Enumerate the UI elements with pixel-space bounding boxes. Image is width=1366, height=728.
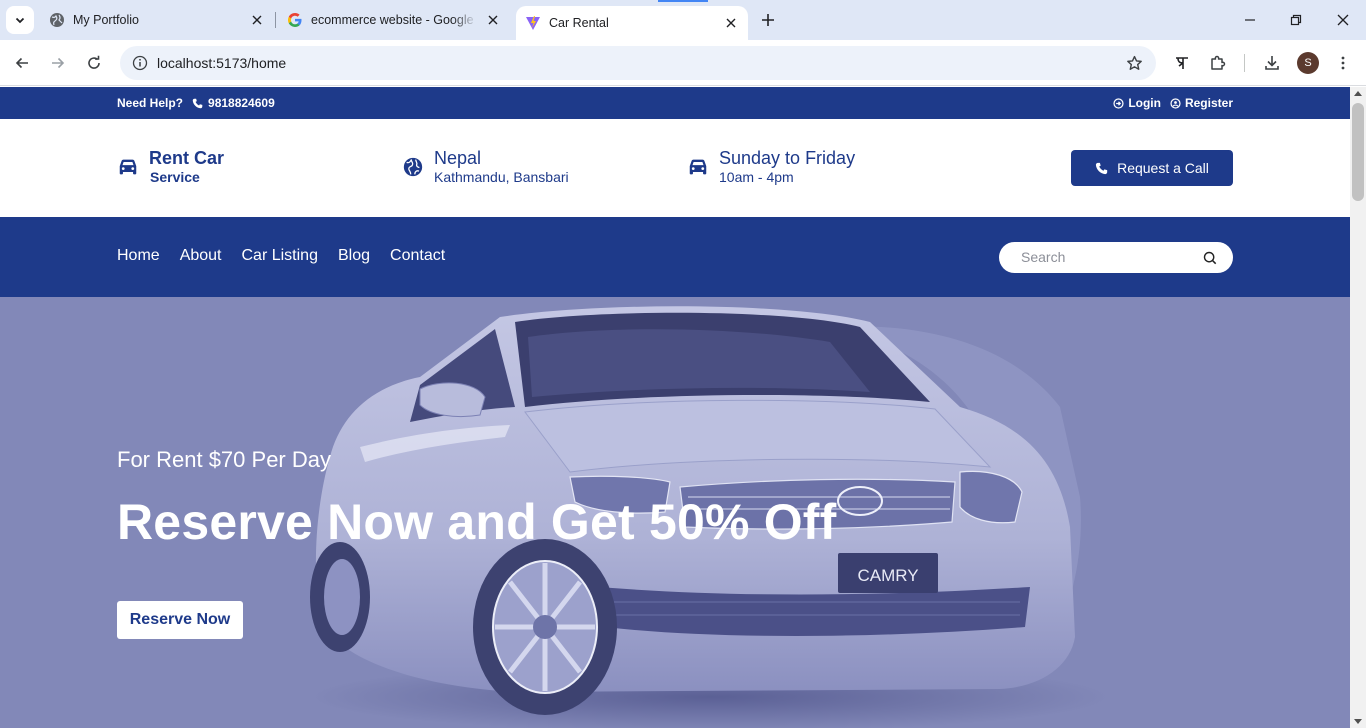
request-call-label: Request a Call [1117, 160, 1209, 176]
car-icon [689, 159, 707, 175]
restore-icon [1290, 14, 1302, 26]
puzzle-icon [1211, 55, 1226, 70]
search-box [999, 242, 1233, 273]
nav-links: Home About Car Listing Blog Contact [117, 247, 465, 265]
scroll-thumb[interactable] [1352, 103, 1364, 201]
minimize-button[interactable] [1238, 8, 1262, 32]
address-bar[interactable]: localhost:5173/home [120, 46, 1156, 80]
location-info: Nepal Kathmandu, Bansbari [402, 148, 569, 186]
close-icon[interactable] [724, 16, 738, 30]
search-input[interactable] [1021, 249, 1191, 265]
download-icon [1265, 56, 1279, 70]
hours-subtitle: 10am - 4pm [719, 169, 794, 185]
window-close-button[interactable] [1331, 8, 1355, 32]
login-label: Login [1128, 96, 1161, 110]
browser-tab-bar: My Portfolio ecommerce website - Google … [0, 0, 1366, 40]
reload-button[interactable] [82, 51, 106, 75]
google-icon [287, 12, 303, 28]
register-label: Register [1184, 96, 1233, 110]
phone-icon [1095, 162, 1108, 174]
auth-links: Login Register [1104, 96, 1233, 110]
bookmark-star-icon[interactable] [1124, 53, 1144, 73]
login-link[interactable]: Login [1113, 96, 1161, 110]
globe-icon [49, 12, 65, 28]
register-link[interactable]: Register [1170, 96, 1233, 110]
tab-title: Car Rental [549, 16, 609, 30]
close-icon[interactable] [486, 13, 500, 27]
nav-item-car-listing[interactable]: Car Listing [242, 247, 318, 265]
restore-button[interactable] [1284, 8, 1308, 32]
brand-subtitle: Service [150, 169, 200, 185]
extensions-button[interactable] [1206, 51, 1230, 75]
plus-icon [762, 14, 774, 26]
browser-menu-button[interactable] [1331, 51, 1355, 75]
site-info-icon[interactable] [130, 53, 150, 73]
brand-logo[interactable]: Rent Car Service [117, 148, 224, 186]
back-button[interactable] [10, 51, 34, 75]
nav-item-blog[interactable]: Blog [338, 247, 370, 265]
chevron-down-icon [15, 17, 25, 24]
close-icon[interactable] [250, 13, 264, 27]
reserve-now-button[interactable]: Reserve Now [117, 601, 243, 639]
tab-my-portfolio[interactable]: My Portfolio [40, 0, 274, 40]
nav-item-about[interactable]: About [180, 247, 222, 265]
car-icon [119, 159, 137, 175]
search-icon[interactable] [1203, 251, 1217, 265]
help-phone-link[interactable]: 9818824609 [192, 96, 275, 110]
location-title: Nepal [434, 148, 482, 168]
more-vert-icon [1341, 56, 1345, 70]
reload-icon [88, 55, 100, 69]
tab-separator [275, 12, 276, 28]
hero-title: Reserve Now and Get 50% Off [117, 494, 837, 550]
browser-toolbar: localhost:5173/home S [0, 40, 1366, 86]
info-bar: Rent Car Service Nepal Kathmandu, Bansba… [0, 119, 1350, 217]
phone-icon [192, 98, 203, 108]
scroll-up-arrow-icon[interactable] [1354, 91, 1362, 96]
page-scrollbar[interactable] [1350, 87, 1366, 728]
globe-icon [403, 157, 423, 177]
help-contact: Need Help? 9818824609 [117, 96, 275, 110]
tab-loading-indicator [658, 0, 708, 2]
arrow-right-icon [52, 57, 65, 69]
vite-icon [525, 15, 541, 31]
downloads-button[interactable] [1260, 51, 1284, 75]
nav-item-contact[interactable]: Contact [390, 247, 445, 265]
license-plate-text: CAMRY [857, 566, 918, 585]
login-icon [1113, 97, 1124, 109]
devanagari-extension-icon [1176, 57, 1188, 69]
tab-title: My Portfolio [73, 13, 139, 27]
minimize-icon [1245, 19, 1255, 21]
nav-item-home[interactable]: Home [117, 247, 160, 265]
top-help-bar: Need Help? 9818824609 Login Register [0, 87, 1350, 119]
register-icon [1170, 97, 1181, 109]
tab-ecommerce-search[interactable]: ecommerce website - Google Se [278, 0, 510, 40]
translate-extension-button[interactable] [1170, 51, 1194, 75]
toolbar-separator [1244, 54, 1245, 72]
tab-car-rental[interactable]: Car Rental [516, 6, 748, 40]
hero-subtitle: For Rent $70 Per Day [117, 447, 331, 472]
help-phone-number: 9818824609 [208, 96, 275, 110]
brand-title: Rent Car [149, 148, 225, 168]
tab-title: ecommerce website - Google Se [311, 13, 477, 27]
request-call-button[interactable]: Request a Call [1071, 150, 1233, 186]
scroll-down-arrow-icon[interactable] [1354, 719, 1362, 724]
main-navbar: Home About Car Listing Blog Contact [0, 217, 1350, 297]
new-tab-button[interactable] [758, 10, 778, 30]
location-subtitle: Kathmandu, Bansbari [434, 169, 569, 185]
profile-avatar[interactable]: S [1297, 52, 1319, 74]
close-icon [1337, 14, 1349, 26]
forward-button[interactable] [46, 51, 70, 75]
hours-title: Sunday to Friday [719, 148, 856, 168]
tab-search-button[interactable] [6, 6, 34, 34]
hours-info: Sunday to Friday 10am - 4pm [687, 148, 855, 186]
help-label: Need Help? [117, 96, 184, 110]
page-viewport: Need Help? 9818824609 Login Register Ren… [0, 87, 1350, 728]
arrow-left-icon [15, 57, 28, 69]
hero-section: CAMRY For Rent $70 Per Day Reserve Now a… [0, 297, 1350, 728]
url-text[interactable]: localhost:5173/home [157, 55, 286, 71]
